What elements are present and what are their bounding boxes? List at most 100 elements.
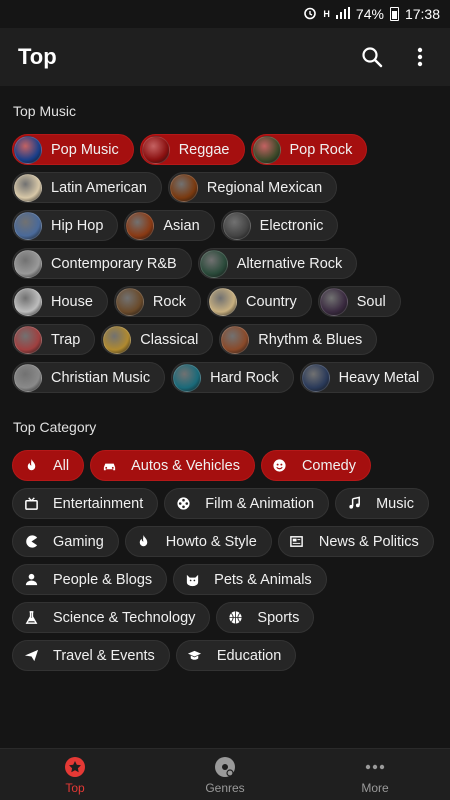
genre-avatar xyxy=(14,325,42,354)
chip-rock[interactable]: Rock xyxy=(113,286,201,317)
bottom-navigation: Top Genres More xyxy=(0,748,450,800)
top-music-chips: Pop Music Reggae Pop Rock Latin American Reg… xyxy=(12,134,442,393)
main-content: Top Music Pop Music Reggae Pop Rock Latin A… xyxy=(0,86,450,748)
chip-latin-american[interactable]: Latin American xyxy=(12,172,162,203)
genre-avatar xyxy=(126,211,155,240)
genre-avatar xyxy=(14,173,42,202)
genre-avatar xyxy=(14,363,42,392)
chip-label: Gaming xyxy=(53,533,104,550)
chip-regional-mexican[interactable]: Regional Mexican xyxy=(167,172,338,203)
paper-plane-icon xyxy=(23,648,39,664)
chip-film-and-animation[interactable]: Film & Animation xyxy=(164,488,330,519)
chip-label: Howto & Style xyxy=(165,533,257,550)
chip-soul[interactable]: Soul xyxy=(317,286,401,317)
chip-reggae[interactable]: Reggae xyxy=(139,134,245,165)
battery-percent: 74% xyxy=(355,6,384,22)
chip-rhythm-and-blues[interactable]: Rhythm & Blues xyxy=(219,324,378,355)
nav-item-top[interactable]: Top xyxy=(0,749,150,800)
genre-avatar xyxy=(14,135,42,164)
chip-classical[interactable]: Classical xyxy=(101,324,214,355)
chip-label: Travel & Events xyxy=(53,647,155,664)
genre-avatar xyxy=(14,287,42,316)
nav-label: More xyxy=(361,780,389,795)
graduation-cap-icon xyxy=(187,648,203,664)
chip-heavy-metal[interactable]: Heavy Metal xyxy=(299,362,435,393)
chip-label: Latin American xyxy=(51,179,147,196)
genre-avatar xyxy=(221,325,250,354)
chip-travel-and-events[interactable]: Travel & Events xyxy=(12,640,170,671)
chip-label: Sports xyxy=(257,609,300,626)
genre-avatar xyxy=(141,135,170,164)
app-bar: Top xyxy=(0,28,450,86)
alarm-icon xyxy=(303,6,317,23)
newspaper-icon xyxy=(289,534,305,550)
chip-comedy[interactable]: Comedy xyxy=(260,450,371,481)
chip-trap[interactable]: Trap xyxy=(12,324,96,355)
chip-asian[interactable]: Asian xyxy=(124,210,215,241)
chip-pets-and-animals[interactable]: Pets & Animals xyxy=(173,564,327,595)
chip-label: Education xyxy=(216,647,282,664)
chip-house[interactable]: House xyxy=(12,286,108,317)
genre-avatar xyxy=(199,249,228,278)
nav-item-genres[interactable]: Genres xyxy=(150,749,300,800)
chip-electronic[interactable]: Electronic xyxy=(220,210,339,241)
chip-label: Film & Animation xyxy=(205,495,315,512)
chip-label: Classical xyxy=(140,331,199,348)
more-vertical-icon[interactable] xyxy=(406,43,434,71)
music-note-icon xyxy=(346,496,362,512)
nav-item-more[interactable]: More xyxy=(300,749,450,800)
chip-country[interactable]: Country xyxy=(206,286,312,317)
nav-label: Genres xyxy=(205,780,245,795)
genre-avatar xyxy=(103,325,132,354)
chip-science-and-technology[interactable]: Science & Technology xyxy=(12,602,211,633)
genre-avatar xyxy=(252,135,281,164)
chip-label: Pets & Animals xyxy=(214,571,312,588)
search-icon[interactable] xyxy=(358,43,386,71)
chip-contemporary-randb[interactable]: Contemporary R&B xyxy=(12,248,192,279)
cat-icon xyxy=(184,572,200,588)
genre-avatar xyxy=(301,363,330,392)
top-category-chips: All Autos & Vehicles Comedy Entertainment Fi… xyxy=(12,450,442,671)
chip-label: Comedy xyxy=(301,457,356,474)
chip-label: Hip Hop xyxy=(51,217,104,234)
page-title: Top xyxy=(18,44,57,69)
chip-label: Hard Rock xyxy=(210,369,279,386)
chip-label: Music xyxy=(376,495,414,512)
chip-label: Christian Music xyxy=(51,369,151,386)
nav-label: Top xyxy=(65,780,85,795)
chip-alternative-rock[interactable]: Alternative Rock xyxy=(197,248,358,279)
genre-avatar xyxy=(208,287,237,316)
chip-gaming[interactable]: Gaming xyxy=(12,526,119,557)
genre-avatar xyxy=(169,173,198,202)
chip-autos-and-vehicles[interactable]: Autos & Vehicles xyxy=(90,450,255,481)
chip-news-and-politics[interactable]: News & Politics xyxy=(277,526,434,557)
chip-sports[interactable]: Sports xyxy=(216,602,315,633)
chip-label: Rock xyxy=(152,293,186,310)
chip-entertainment[interactable]: Entertainment xyxy=(12,488,159,519)
chip-pop-rock[interactable]: Pop Rock xyxy=(250,134,368,165)
chip-label: Autos & Vehicles xyxy=(131,457,240,474)
clock: 17:38 xyxy=(404,6,440,22)
chip-label: House xyxy=(51,293,93,310)
chip-music[interactable]: Music xyxy=(335,488,429,519)
more-horizontal-icon xyxy=(363,755,387,779)
chip-pop-music[interactable]: Pop Music xyxy=(12,134,134,165)
film-reel-icon xyxy=(175,496,191,512)
fire-icon xyxy=(23,458,39,474)
star-icon xyxy=(63,755,87,779)
chip-hard-rock[interactable]: Hard Rock xyxy=(171,362,294,393)
status-bar: H 74% 17:38 xyxy=(0,0,450,28)
chip-education[interactable]: Education xyxy=(175,640,297,671)
chip-all[interactable]: All xyxy=(12,450,85,481)
chip-howto-and-style[interactable]: Howto & Style xyxy=(124,526,272,557)
flame-icon xyxy=(136,534,152,550)
disc-icon xyxy=(213,755,237,779)
car-icon xyxy=(101,458,117,474)
chip-label: Soul xyxy=(356,293,386,310)
chip-people-and-blogs[interactable]: People & Blogs xyxy=(12,564,168,595)
chip-label: Asian xyxy=(163,217,200,234)
chip-hip-hop[interactable]: Hip Hop xyxy=(12,210,119,241)
flask-icon xyxy=(23,610,39,626)
chip-christian-music[interactable]: Christian Music xyxy=(12,362,166,393)
chip-label: Pop Rock xyxy=(289,141,353,158)
